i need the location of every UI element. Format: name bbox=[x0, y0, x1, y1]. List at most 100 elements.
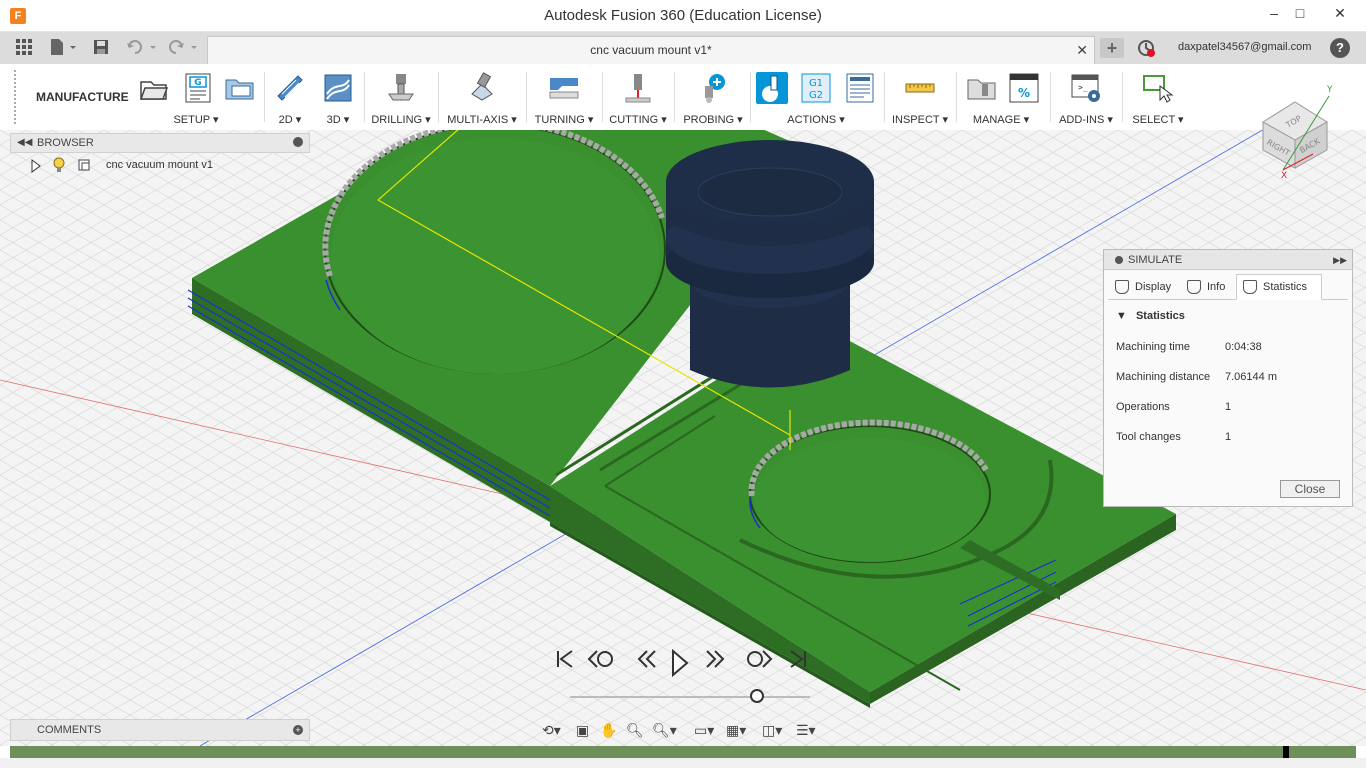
statistics-section-header[interactable]: ▼ Statistics bbox=[1116, 310, 1185, 322]
cutting-group[interactable]: CUTTING ▾ bbox=[608, 68, 668, 128]
document-tab-bar: cnc vacuum mount v1* ✕ + daxpatel34567@g… bbox=[0, 32, 1366, 64]
3d-group[interactable]: 3D ▾ bbox=[318, 68, 358, 128]
multi-axis-group[interactable]: MULTI-AXIS ▾ bbox=[444, 68, 520, 128]
previous-operation-icon[interactable] bbox=[586, 648, 616, 678]
maximize-button[interactable]: □ bbox=[1286, 2, 1314, 24]
multi-axis-icon[interactable] bbox=[466, 72, 498, 104]
workspace-switcher[interactable]: MANUFACTURE ▾ bbox=[14, 70, 132, 158]
fit-icon[interactable]: 🔍︎▾ bbox=[652, 722, 677, 739]
undo-icon[interactable] bbox=[125, 38, 159, 58]
close-tab-icon[interactable]: ✕ bbox=[1076, 42, 1088, 59]
display-settings-icon[interactable]: ▭▾ bbox=[694, 722, 714, 739]
select-group[interactable]: SELECT ▾ bbox=[1128, 68, 1188, 128]
help-icon[interactable]: ? bbox=[1330, 38, 1350, 58]
turning-group[interactable]: TURNING ▾ bbox=[532, 68, 596, 128]
go-to-end-icon[interactable] bbox=[786, 648, 810, 678]
layers-icon[interactable]: ☰▾ bbox=[796, 722, 816, 739]
drilling-group[interactable]: DRILLING ▾ bbox=[370, 68, 432, 128]
go-to-start-icon[interactable] bbox=[552, 648, 578, 678]
close-window-button[interactable]: ✕ bbox=[1326, 2, 1354, 24]
2d-group[interactable]: 2D ▾ bbox=[270, 68, 310, 128]
cutting-group-label: CUTTING ▾ bbox=[609, 114, 667, 126]
close-simulate-button[interactable]: Close bbox=[1280, 480, 1340, 498]
lightbulb-icon[interactable] bbox=[52, 157, 66, 176]
tab-info[interactable]: Info bbox=[1180, 274, 1234, 300]
simulate-panel: SIMULATE ▶▶ Display Info Statistics ▼ St… bbox=[1103, 249, 1353, 507]
browser-header[interactable]: ◀◀ BROWSER bbox=[10, 133, 310, 153]
comments-title: COMMENTS bbox=[37, 724, 102, 736]
redo-icon[interactable] bbox=[166, 38, 200, 58]
toolbar-separator bbox=[1122, 72, 1123, 122]
tab-statistics[interactable]: Statistics bbox=[1236, 274, 1322, 300]
inspect-group[interactable]: INSPECT ▾ bbox=[890, 68, 950, 128]
component-icon bbox=[76, 157, 92, 176]
look-at-icon[interactable]: ▣ bbox=[576, 722, 589, 739]
expand-panel-icon[interactable]: ▶▶ bbox=[1333, 250, 1347, 270]
user-account-email[interactable]: daxpatel34567@gmail.com bbox=[1178, 41, 1311, 53]
setup-group-label: SETUP ▾ bbox=[173, 114, 219, 126]
expand-triangle-icon[interactable] bbox=[30, 159, 42, 176]
simulate-icon[interactable] bbox=[756, 72, 788, 104]
job-status-icon[interactable] bbox=[1136, 38, 1156, 58]
next-operation-icon[interactable] bbox=[744, 648, 774, 678]
2d-adaptive-icon[interactable] bbox=[274, 72, 306, 104]
post-process-g1g2-icon[interactable]: G1G2 bbox=[800, 72, 832, 104]
toolbar-separator bbox=[264, 72, 265, 122]
data-panel-grid-icon[interactable] bbox=[14, 38, 34, 58]
tool-library-icon[interactable] bbox=[966, 72, 998, 104]
manage-group[interactable]: % MANAGE ▾ bbox=[960, 68, 1042, 128]
tab-info-label: Info bbox=[1207, 281, 1226, 293]
zoom-icon[interactable]: 🔍︎ bbox=[626, 722, 644, 739]
add-comment-icon[interactable]: + bbox=[293, 725, 303, 735]
collapse-section-icon[interactable]: ▼ bbox=[1116, 310, 1127, 322]
comments-panel[interactable]: COMMENTS + bbox=[10, 719, 310, 741]
document-tab[interactable]: cnc vacuum mount v1* ✕ bbox=[207, 36, 1095, 64]
simulation-timeline[interactable] bbox=[570, 696, 810, 698]
tab-display[interactable]: Display bbox=[1108, 274, 1174, 300]
browser-item-label: cnc vacuum mount v1 bbox=[106, 159, 213, 171]
probing-group[interactable]: PROBING ▾ bbox=[680, 68, 746, 128]
browser-item[interactable]: cnc vacuum mount v1 bbox=[10, 153, 310, 179]
select-icon[interactable] bbox=[1142, 72, 1174, 104]
viewports-icon[interactable]: ◫▾ bbox=[762, 722, 782, 739]
templates-icon[interactable]: % bbox=[1008, 72, 1040, 104]
measure-icon[interactable] bbox=[904, 72, 936, 104]
stat-value: 0:04:38 bbox=[1225, 341, 1262, 353]
simulate-title: SIMULATE bbox=[1128, 254, 1183, 266]
probing-icon[interactable] bbox=[697, 72, 729, 104]
orbit-icon[interactable]: ⟲▾ bbox=[542, 722, 561, 739]
cutting-icon[interactable] bbox=[622, 72, 654, 104]
simulate-header[interactable]: SIMULATE ▶▶ bbox=[1104, 250, 1352, 270]
cutting-tool-holder bbox=[666, 140, 874, 388]
setup-group[interactable]: G SETUP ▾ bbox=[134, 68, 258, 128]
setup-sheet-doc-icon[interactable] bbox=[844, 72, 876, 104]
setup-sheet-icon[interactable] bbox=[224, 72, 256, 104]
turning-icon[interactable] bbox=[548, 72, 580, 104]
playback-controls bbox=[550, 648, 810, 678]
statistics-tab-icon bbox=[1243, 280, 1257, 294]
collapse-browser-icon[interactable]: ◀◀ bbox=[17, 134, 32, 152]
grid-settings-icon[interactable]: ▦▾ bbox=[726, 722, 746, 739]
post-process-icon[interactable]: G bbox=[182, 72, 214, 104]
stat-value: 1 bbox=[1225, 401, 1232, 413]
minimize-button[interactable]: – bbox=[1260, 2, 1288, 24]
add-ins-group[interactable]: >_ ADD-INS ▾ bbox=[1056, 68, 1116, 128]
minimize-simulate-icon[interactable] bbox=[1115, 256, 1123, 264]
scripts-addins-icon[interactable]: >_ bbox=[1070, 72, 1102, 104]
file-menu-icon[interactable] bbox=[48, 38, 78, 58]
svg-text:G1: G1 bbox=[809, 78, 823, 89]
save-icon[interactable] bbox=[92, 38, 110, 58]
play-icon[interactable] bbox=[668, 648, 692, 678]
pan-icon[interactable]: ✋ bbox=[600, 722, 617, 739]
svg-text:G2: G2 bbox=[809, 90, 823, 101]
new-setup-icon[interactable] bbox=[138, 72, 170, 104]
step-forward-icon[interactable] bbox=[702, 648, 728, 678]
new-tab-button[interactable]: + bbox=[1100, 38, 1124, 58]
minimize-browser-icon[interactable] bbox=[293, 137, 303, 147]
viewcube[interactable]: TOP RIGHT BACK X Y bbox=[1255, 82, 1345, 182]
actions-group[interactable]: G1 G2 ACTIONS ▾ bbox=[754, 68, 878, 128]
3d-adaptive-icon[interactable] bbox=[322, 72, 354, 104]
drill-icon[interactable] bbox=[385, 72, 417, 104]
toolbar-separator bbox=[438, 72, 439, 122]
step-back-icon[interactable] bbox=[634, 648, 660, 678]
